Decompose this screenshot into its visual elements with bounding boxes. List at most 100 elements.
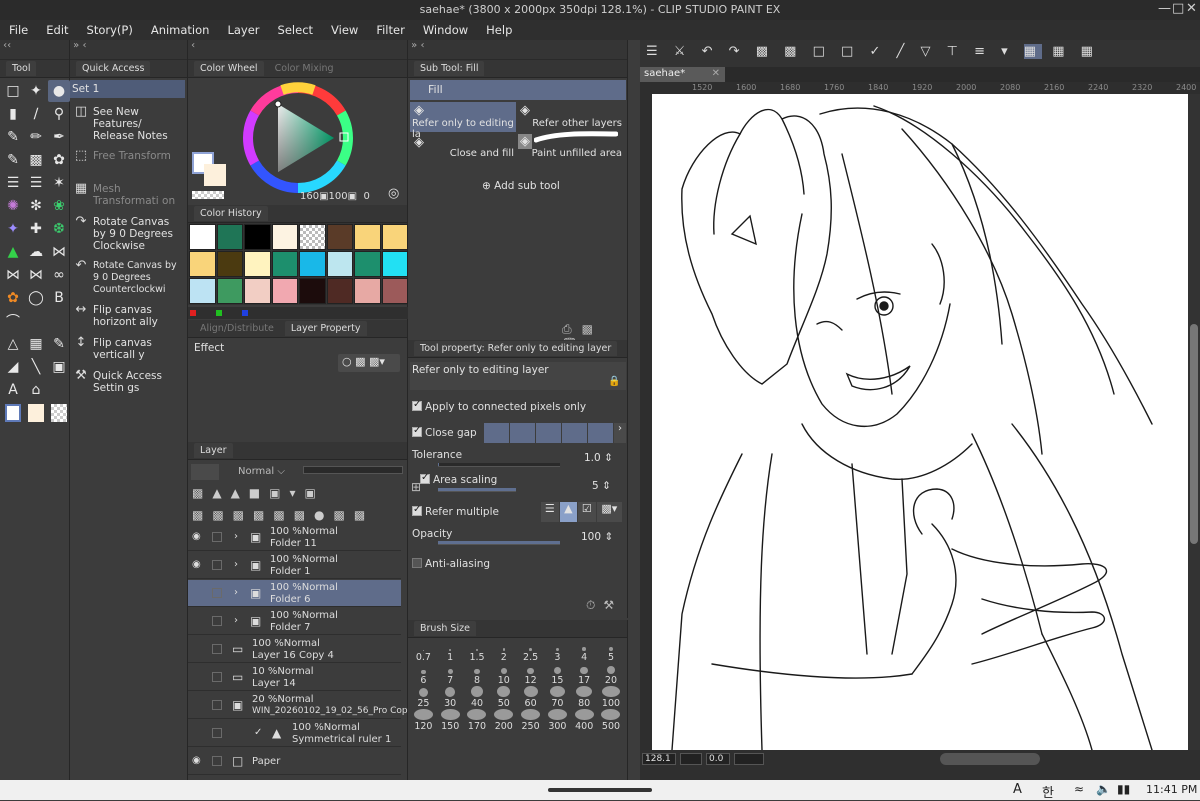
blend-mode-select[interactable]: Normal ⌵ xyxy=(238,466,300,477)
volume-icon[interactable]: 🔈 xyxy=(1096,782,1111,796)
color-swatch[interactable] xyxy=(189,278,216,304)
color-swatch[interactable] xyxy=(244,224,271,250)
brush-size-option[interactable]: 1 xyxy=(437,640,464,663)
color-swatch[interactable] xyxy=(271,224,298,250)
selected-layers-icon[interactable]: ☑ xyxy=(578,502,596,522)
brush-size-option[interactable]: 300 xyxy=(544,709,571,732)
align-distribute-tab[interactable]: Align/Distribute xyxy=(194,321,280,336)
vertical-scroll-thumb[interactable] xyxy=(1190,324,1198,544)
color-swatch[interactable] xyxy=(299,278,326,304)
fill-icon[interactable]: ● xyxy=(48,80,70,102)
anti-aliasing-checkbox[interactable]: Anti-aliasing xyxy=(412,558,622,570)
brush-size-option[interactable]: 25 xyxy=(410,686,437,709)
gradient-icon[interactable]: ▣ xyxy=(48,356,70,378)
color-swatch[interactable] xyxy=(299,224,326,250)
eraser-icon[interactable]: ▮ xyxy=(2,103,24,125)
menu-icon[interactable]: ☰ xyxy=(646,44,664,59)
color-wheel[interactable] xyxy=(242,82,354,194)
eye-icon[interactable]: ◉ xyxy=(192,531,201,542)
color-settings-icon[interactable]: ◎ xyxy=(388,186,399,201)
color-swatch[interactable] xyxy=(381,224,408,250)
eye-icon[interactable]: ◉ xyxy=(192,559,201,570)
clear-icon[interactable]: ▩ xyxy=(756,44,774,59)
color-swatch[interactable] xyxy=(271,251,298,277)
transparent-color-icon[interactable] xyxy=(48,402,70,424)
area-scaling-checkbox[interactable]: Area scaling xyxy=(412,472,622,486)
qa-free-transform[interactable]: ⬚ Free Transform xyxy=(70,146,187,179)
blend-icon[interactable]: ☰ xyxy=(25,172,47,194)
layer-color-button[interactable] xyxy=(191,464,219,480)
frame-snap-icon[interactable]: ▾ xyxy=(1001,44,1014,59)
color-swatch[interactable] xyxy=(244,278,271,304)
subtool-close-fill[interactable]: Close and fill xyxy=(410,134,516,162)
grass-icon[interactable]: ▲ xyxy=(2,241,24,263)
layer-lock-box[interactable] xyxy=(212,616,222,626)
cross-icon[interactable]: ✚ xyxy=(25,218,47,240)
subtool-refer-editing[interactable]: Refer only to editing la xyxy=(410,102,516,140)
spiral-icon[interactable]: ✺ xyxy=(2,195,24,217)
qa-new-features[interactable]: ◫ See New Features/ Release Notes xyxy=(70,102,187,146)
cube-icon[interactable]: △ xyxy=(2,333,24,355)
qa-flip-horizontal[interactable]: ↔ Flip canvas horizont ally xyxy=(70,300,187,333)
folder-expand-icon[interactable]: › xyxy=(234,559,238,570)
area-scaling-value[interactable]: 5 ⇕ xyxy=(592,480,611,492)
color-swatch[interactable] xyxy=(354,278,381,304)
layer-lock-box[interactable] xyxy=(212,700,222,710)
color-history-tab[interactable]: Color History xyxy=(194,206,268,221)
folder-expand-icon[interactable]: › xyxy=(234,531,238,542)
layer-row[interactable]: › ▣ 100 %Normal Folder 6 xyxy=(188,580,401,607)
zoom-stepper[interactable] xyxy=(680,753,702,765)
layer-opacity-slider[interactable] xyxy=(303,466,403,474)
menu-filter[interactable]: Filter xyxy=(367,20,413,40)
refer-multiple-check[interactable] xyxy=(412,504,422,516)
triangle-icon[interactable]: ◢ xyxy=(2,356,24,378)
tool-panel-collapse[interactable]: ‹‹ xyxy=(0,40,69,60)
apply-connected-check[interactable] xyxy=(412,399,422,411)
star-icon[interactable]: ✶ xyxy=(48,172,70,194)
bow3-icon[interactable]: ⋈ xyxy=(25,264,47,286)
menu-layer[interactable]: Layer xyxy=(218,20,268,40)
eyedropper-icon[interactable]: ∕ xyxy=(25,103,47,125)
auto-select-icon[interactable]: ✦ xyxy=(25,80,47,102)
menu-story[interactable]: Story(P) xyxy=(78,20,142,40)
layer-row[interactable]: ◉ □ Paper xyxy=(188,748,401,775)
sub-tool-tab[interactable]: Sub Tool: Fill xyxy=(414,61,485,76)
fill-group-tab[interactable]: Fill xyxy=(410,80,626,100)
brush-size-option[interactable]: 20 xyxy=(598,663,625,686)
brush-size-option[interactable]: 100 xyxy=(598,686,625,709)
brush-size-option[interactable]: 400 xyxy=(571,709,598,732)
tolerance-slider[interactable] xyxy=(438,463,560,467)
zoom-icon[interactable]: ⚲ xyxy=(48,103,70,125)
sub-color-swatch[interactable] xyxy=(204,164,226,186)
brush-size-option[interactable]: 10 xyxy=(490,663,517,686)
house-icon[interactable]: ⌂ xyxy=(25,379,47,401)
snap-icon[interactable]: ╱ xyxy=(896,44,910,59)
color-swatch[interactable] xyxy=(326,278,353,304)
text-icon[interactable]: A xyxy=(2,379,24,401)
guide-icon[interactable]: ▦ xyxy=(1081,44,1099,59)
layer-property-tab[interactable]: Layer Property xyxy=(284,321,367,336)
align-icon[interactable]: ⊤ xyxy=(947,44,964,59)
close-icon[interactable]: ✕ xyxy=(1186,1,1197,16)
maximize-icon[interactable]: □ xyxy=(1172,1,1184,16)
qa-rotate-cw[interactable]: ↷ Rotate Canvas by 9 0 Degrees Clockwise xyxy=(70,212,187,256)
brush-size-option[interactable]: 2.5 xyxy=(517,640,544,663)
brush-icon[interactable]: ✒ xyxy=(48,126,70,148)
save-icon[interactable]: ⚔ xyxy=(674,44,692,59)
layer-row[interactable]: ▭ 10 %Normal Layer 14 xyxy=(188,664,401,691)
refer-multiple-modes[interactable]: ☰ ▲ ☑ ▩▾ xyxy=(541,502,622,522)
color-swatch[interactable] xyxy=(216,251,243,277)
brush-size-option[interactable]: 8 xyxy=(464,663,491,686)
menu-help[interactable]: Help xyxy=(477,20,521,40)
layer-lock-box[interactable] xyxy=(212,756,222,766)
color-swatch[interactable] xyxy=(354,224,381,250)
brush-size-option[interactable]: 150 xyxy=(437,709,464,732)
close-gap-levels[interactable]: › xyxy=(484,423,626,443)
minimize-icon[interactable]: — xyxy=(1158,1,1171,16)
folder-expand-icon[interactable]: › xyxy=(234,615,238,626)
brush-size-option[interactable]: 4 xyxy=(571,640,598,663)
bow-icon[interactable]: ⋈ xyxy=(48,241,70,263)
clock[interactable]: 11:41 PM xyxy=(1146,783,1197,796)
pen-icon[interactable]: ✎ xyxy=(2,126,24,148)
color-swatch[interactable] xyxy=(299,251,326,277)
